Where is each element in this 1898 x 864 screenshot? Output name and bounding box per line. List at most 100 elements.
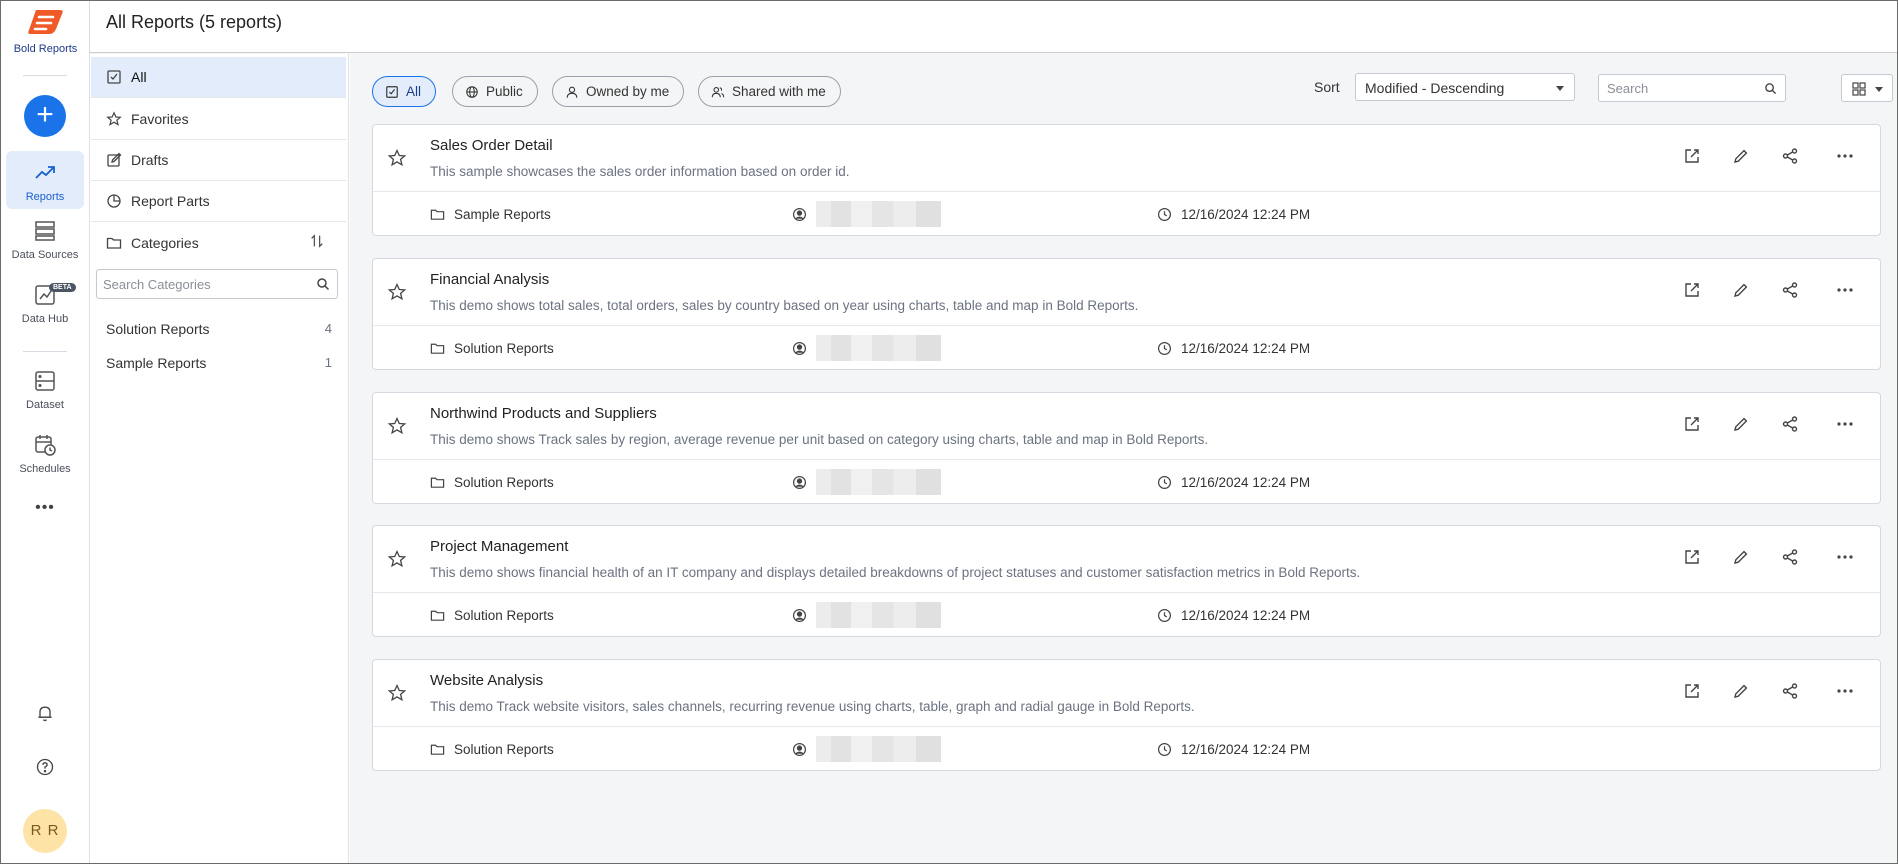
report-search <box>1598 74 1786 102</box>
owner-name-redacted <box>816 469 941 495</box>
sort-categories-icon[interactable] <box>309 233 325 249</box>
search-input[interactable] <box>1607 76 1757 100</box>
report-title[interactable]: Project Management <box>430 538 568 555</box>
favorite-star-icon[interactable] <box>387 549 407 569</box>
share-report-button[interactable] <box>1781 147 1803 169</box>
report-description: This demo shows financial health of an I… <box>430 565 1361 580</box>
report-card[interactable]: Financial Analysis This demo shows total… <box>372 258 1881 370</box>
edit-report-button[interactable] <box>1732 415 1754 437</box>
rail-item-schedules[interactable]: Schedules <box>6 433 84 475</box>
external-link-icon <box>1685 149 1699 163</box>
report-title[interactable]: Website Analysis <box>430 672 543 689</box>
more-options-button[interactable] <box>1836 281 1858 303</box>
category-item[interactable]: Solution Reports 4 <box>106 321 332 337</box>
more-options-button[interactable] <box>1836 548 1858 570</box>
edit-report-button[interactable] <box>1732 281 1754 303</box>
report-category: Solution Reports <box>430 475 554 490</box>
folder-icon <box>430 343 445 354</box>
report-modified: 12/16/2024 12:24 PM <box>1157 608 1310 623</box>
user-circle-icon <box>792 207 807 221</box>
edit-report-button[interactable] <box>1732 682 1754 704</box>
brand-logo[interactable]: Bold Reports <box>1 7 90 55</box>
report-category: Solution Reports <box>430 742 554 757</box>
share-icon <box>1782 282 1798 298</box>
open-report-button[interactable] <box>1683 147 1705 169</box>
sort-dropdown[interactable]: Modified - Descending <box>1355 73 1575 101</box>
clock-icon <box>1157 608 1172 623</box>
report-card[interactable]: Northwind Products and Suppliers This de… <box>372 392 1881 504</box>
report-card[interactable]: Sales Order Detail This sample showcases… <box>372 124 1881 236</box>
filter-item-favorites[interactable]: Favorites <box>91 99 346 140</box>
rail-item-dataset[interactable]: Dataset <box>6 369 84 411</box>
clock-icon <box>1157 341 1172 356</box>
filter-item-all[interactable]: All <box>91 57 346 98</box>
report-card[interactable]: Website Analysis This demo Track website… <box>372 659 1881 771</box>
category-name: Sample Reports <box>106 355 207 371</box>
report-title[interactable]: Northwind Products and Suppliers <box>430 405 657 422</box>
card-divider <box>373 726 1880 727</box>
pencil-icon <box>1734 550 1748 564</box>
open-report-button[interactable] <box>1683 682 1705 704</box>
favorite-star-icon[interactable] <box>387 282 407 302</box>
owner-name-redacted <box>816 602 941 628</box>
bell-icon[interactable] <box>35 703 55 723</box>
folder-icon <box>430 477 445 488</box>
report-card[interactable]: Project Management This demo shows finan… <box>372 525 1881 637</box>
report-category: Solution Reports <box>430 608 554 623</box>
users-icon <box>711 86 725 97</box>
pencil-icon <box>1734 149 1748 163</box>
folder-icon <box>430 610 445 621</box>
category-count: 4 <box>324 321 332 336</box>
edit-report-button[interactable] <box>1732 147 1754 169</box>
view-toggle-button[interactable] <box>1841 74 1893 102</box>
card-actions <box>1656 548 1858 570</box>
open-report-button[interactable] <box>1683 548 1705 570</box>
more-options-button[interactable] <box>1836 147 1858 169</box>
rail-item-label: Schedules <box>19 463 71 475</box>
rail-more-button[interactable]: ••• <box>6 499 84 517</box>
open-report-button[interactable] <box>1683 415 1705 437</box>
share-report-button[interactable] <box>1781 548 1803 570</box>
category-name: Solution Reports <box>454 608 554 623</box>
favorite-star-icon[interactable] <box>387 416 407 436</box>
share-report-button[interactable] <box>1781 281 1803 303</box>
help-icon[interactable] <box>35 757 55 777</box>
pill-shared-with-me[interactable]: Shared with me <box>698 76 841 107</box>
edit-report-button[interactable] <box>1732 548 1754 570</box>
open-report-button[interactable] <box>1683 281 1705 303</box>
share-report-button[interactable] <box>1781 415 1803 437</box>
rail-item-data-hub[interactable]: BETA Data Hub <box>6 283 84 325</box>
user-avatar[interactable]: R R <box>23 809 67 853</box>
checkbox-icon <box>107 70 121 84</box>
edit-icon <box>107 152 122 167</box>
more-horizontal-icon <box>1837 689 1853 693</box>
rail-item-data-sources[interactable]: Data Sources <box>6 219 84 261</box>
filter-item-drafts[interactable]: Drafts <box>91 140 346 181</box>
share-report-button[interactable] <box>1781 682 1803 704</box>
category-item[interactable]: Sample Reports 1 <box>106 355 332 371</box>
pill-owned-by-me[interactable]: Owned by me <box>552 76 685 107</box>
pie-icon <box>107 194 121 208</box>
rail-item-reports[interactable]: Reports <box>6 151 84 209</box>
more-options-button[interactable] <box>1836 415 1858 437</box>
favorite-star-icon[interactable] <box>387 683 407 703</box>
category-search-input[interactable] <box>103 271 303 297</box>
more-options-button[interactable] <box>1836 682 1858 704</box>
search-icon[interactable] <box>1764 82 1777 95</box>
report-title[interactable]: Financial Analysis <box>430 271 549 288</box>
search-icon[interactable] <box>316 277 330 291</box>
report-category: Solution Reports <box>430 341 554 356</box>
rail-item-label: Data Hub <box>21 313 69 325</box>
favorite-star-icon[interactable] <box>387 148 407 168</box>
report-owner <box>792 736 941 762</box>
chevron-down-icon <box>1556 86 1564 91</box>
card-actions <box>1656 415 1858 437</box>
filter-item-report-parts[interactable]: Report Parts <box>91 181 346 222</box>
report-title[interactable]: Sales Order Detail <box>430 137 553 154</box>
pill-public[interactable]: Public <box>452 76 538 107</box>
more-horizontal-icon <box>1837 555 1853 559</box>
pill-all[interactable]: All <box>372 76 437 107</box>
filter-item-categories[interactable]: Categories <box>91 222 346 263</box>
filter-item-label: All <box>131 69 147 85</box>
create-new-button[interactable]: + <box>24 95 66 137</box>
